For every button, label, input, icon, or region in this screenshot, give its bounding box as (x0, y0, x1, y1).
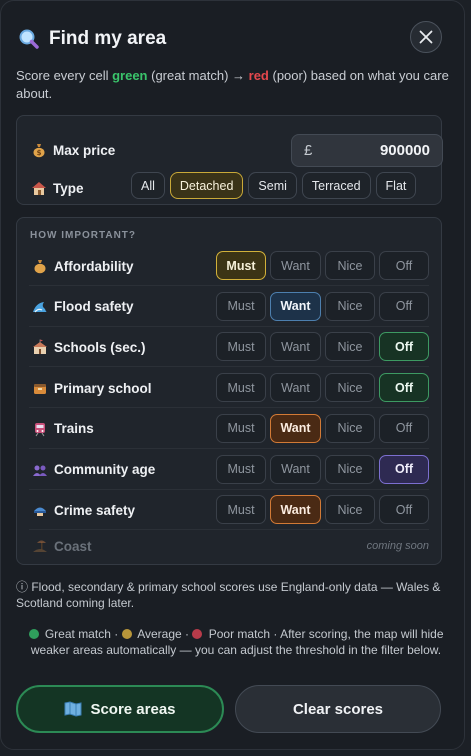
type-option-terraced[interactable]: Terraced (301, 172, 371, 199)
svg-text:$: $ (37, 149, 42, 157)
importance-label: Schools (sec.) (54, 339, 146, 355)
map-icon (64, 701, 82, 717)
importance-option-must[interactable]: Must (216, 495, 266, 525)
importance-option-nice[interactable]: Nice (325, 413, 375, 443)
score-areas-button[interactable]: Score areas (16, 685, 224, 733)
filters-box: $ Max price £ 900000 Type All Detached Sem… (16, 115, 443, 205)
importance-label: Flood safety (54, 299, 134, 315)
score-legend: Great match · Average · Poor match · Aft… (19, 626, 453, 658)
coast-row: Coast coming soon (32, 536, 429, 556)
close-button[interactable] (410, 21, 442, 53)
importance-row-community-age: Community age Must Want Nice Off (29, 450, 429, 490)
importance-row-primary-school: Primary school Must Want Nice Off (29, 368, 429, 409)
importance-selector: Must Want Nice Off (216, 291, 429, 321)
panel-header: Find my area (18, 21, 450, 55)
importance-option-off[interactable]: Off (379, 373, 429, 403)
max-price-input[interactable]: £ 900000 (291, 134, 443, 167)
importance-option-off[interactable]: Off (379, 454, 429, 484)
poor-match-dot (192, 629, 203, 639)
importance-row-flood-safety: Flood safety Must Want Nice Off (29, 287, 429, 327)
importance-selector: Must Want Nice Off (216, 332, 429, 362)
primary-school-icon (34, 384, 46, 395)
magnifier-icon (19, 29, 39, 49)
importance-option-off[interactable]: Off (379, 251, 429, 280)
importance-option-must[interactable]: Must (216, 251, 266, 280)
importance-option-want[interactable]: Want (270, 413, 321, 443)
beach-icon (33, 540, 47, 552)
page-title: Find my area (49, 28, 167, 49)
importance-label: Primary school (54, 380, 152, 396)
importance-option-want[interactable]: Want (270, 495, 321, 525)
type-option-all[interactable]: All (131, 172, 165, 199)
type-option-flat[interactable]: Flat (375, 172, 417, 199)
importance-heading: HOW IMPORTANT? (30, 230, 137, 241)
clear-scores-button[interactable]: Clear scores (235, 685, 441, 733)
great-match-dot (28, 629, 39, 639)
trains-icon (35, 422, 45, 437)
importance-row-affordability: Affordability Must Want Nice Off (29, 246, 429, 286)
importance-option-nice[interactable]: Nice (325, 291, 375, 321)
coast-status: coming soon (366, 540, 429, 552)
max-price-row: $ Max price £ 900000 (31, 134, 443, 167)
clear-scores-label: Clear scores (292, 700, 384, 718)
importance-option-want[interactable]: Want (270, 373, 321, 403)
importance-option-off[interactable]: Off (379, 291, 429, 321)
importance-selector: Must Want Nice Off (216, 251, 429, 280)
importance-option-nice[interactable]: Nice (325, 454, 375, 484)
importance-option-want[interactable]: Want (270, 251, 321, 280)
flood-safety-icon (33, 301, 47, 313)
importance-option-off[interactable]: Off (379, 413, 429, 443)
house-icon (32, 182, 46, 195)
importance-option-must[interactable]: Must (216, 332, 266, 362)
importance-option-must[interactable]: Must (216, 291, 266, 321)
description-text: Score every cell green (great match) → r… (16, 68, 449, 101)
type-option-semi[interactable]: Semi (248, 172, 297, 199)
data-coverage-note: ⓘ Flood, secondary & primary school scor… (16, 580, 441, 610)
importance-box: HOW IMPORTANT? Affordability Must Want Nice… (16, 217, 442, 565)
legend-average: Average (137, 627, 182, 641)
currency-symbol: £ (304, 142, 313, 159)
importance-option-off[interactable]: Off (379, 495, 429, 525)
legend-poor: Poor match (208, 627, 271, 641)
crime-safety-icon (34, 507, 46, 517)
importance-option-must[interactable]: Must (216, 373, 266, 403)
average-dot (121, 629, 132, 639)
importance-option-must[interactable]: Must (216, 413, 266, 443)
affordability-icon (34, 260, 46, 274)
importance-option-want[interactable]: Want (270, 454, 321, 484)
money-bag-icon: $ (33, 144, 45, 158)
importance-option-nice[interactable]: Nice (325, 495, 375, 525)
max-price-value: 900000 (379, 142, 430, 159)
type-label: Type (53, 180, 84, 196)
importance-row-trains: Trains Must Want Nice Off (29, 409, 429, 449)
community-age-icon (33, 465, 47, 476)
coast-label: Coast (54, 538, 92, 554)
importance-option-nice[interactable]: Nice (325, 251, 375, 280)
legend-great: Great match (44, 627, 111, 641)
schools-sec-icon (33, 339, 47, 355)
importance-option-must[interactable]: Must (216, 454, 266, 484)
importance-option-nice[interactable]: Nice (325, 373, 375, 403)
find-my-area-panel: Find my area Score every cell green (gre… (0, 0, 465, 750)
importance-selector: Must Want Nice Off (216, 413, 429, 443)
close-icon (419, 30, 433, 44)
importance-row-crime-safety: Crime safety Must Want Nice Off (29, 490, 429, 531)
type-option-detached[interactable]: Detached (169, 172, 244, 199)
importance-row-schools-sec: Schools (sec.) Must Want Nice Off (29, 327, 429, 368)
importance-option-want[interactable]: Want (270, 332, 321, 362)
importance-label: Trains (54, 421, 94, 437)
importance-selector: Must Want Nice Off (216, 373, 429, 403)
importance-label: Community age (54, 462, 156, 477)
type-selector: All Detached Semi Terraced Flat (131, 172, 417, 199)
importance-option-want[interactable]: Want (270, 291, 321, 321)
importance-selector: Must Want Nice Off (216, 495, 429, 525)
max-price-label: Max price (53, 142, 116, 158)
importance-selector: Must Want Nice Off (216, 454, 429, 484)
importance-label: Affordability (54, 258, 134, 274)
type-row: Type All Detached Semi Terraced Flat (31, 172, 429, 199)
score-areas-label: Score areas (90, 700, 176, 718)
importance-option-nice[interactable]: Nice (325, 332, 375, 362)
importance-label: Crime safety (54, 502, 136, 518)
importance-option-off[interactable]: Off (379, 332, 429, 362)
